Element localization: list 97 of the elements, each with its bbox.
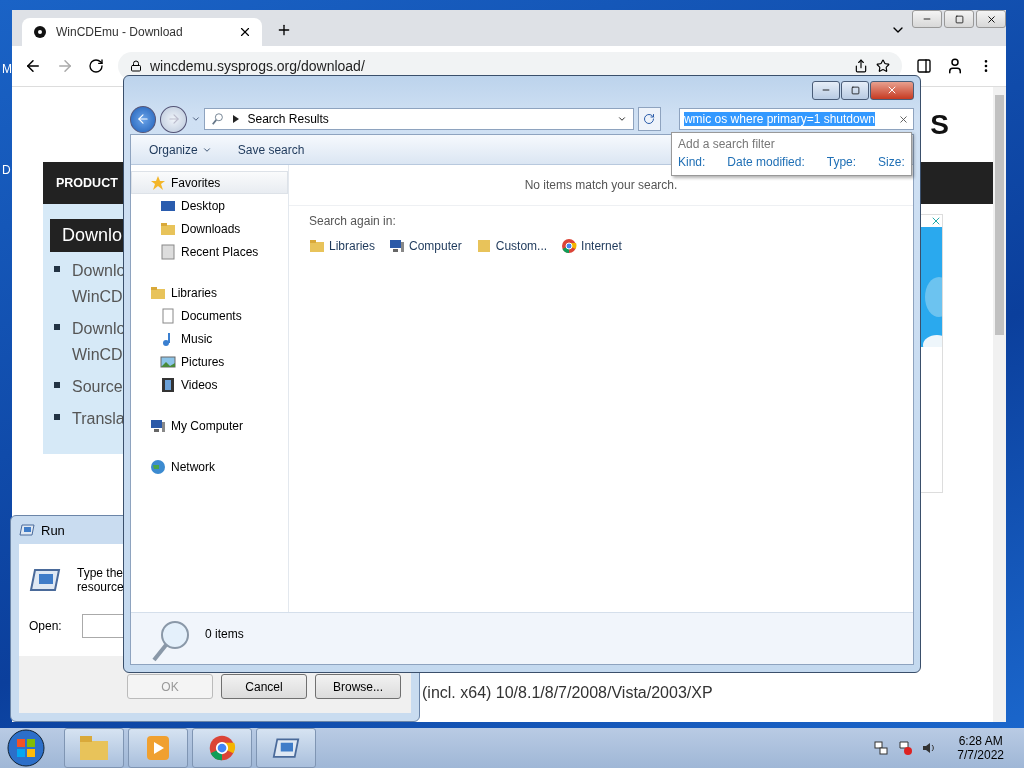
- toolbar-button[interactable]: Organize: [149, 142, 212, 157]
- flag-icon: [897, 740, 914, 756]
- desktop-icon-label[interactable]: M: [2, 62, 12, 76]
- folder-icon: [150, 284, 166, 301]
- globe-icon: [150, 458, 166, 475]
- caret-icon[interactable]: [616, 114, 627, 124]
- folder-icon: [80, 736, 108, 760]
- start-button[interactable]: [6, 728, 46, 768]
- close-icon: [985, 13, 997, 25]
- search-filter-title: Add a search filter: [678, 137, 776, 151]
- maximize-icon: [850, 85, 860, 95]
- nav-item[interactable]: My Computer: [131, 414, 288, 437]
- open-field[interactable]: [81, 614, 124, 638]
- star-icon[interactable]: [876, 59, 890, 73]
- reload-icon[interactable]: [88, 58, 104, 74]
- film-icon: [160, 376, 176, 393]
- download-link[interactable]: Transla: [72, 406, 125, 432]
- scrollbar-thumb[interactable]: [995, 95, 1004, 335]
- refresh-button[interactable]: [637, 107, 661, 131]
- browser-tab[interactable]: WinCDEmu - Download: [22, 18, 262, 46]
- nav-item[interactable]: Pictures: [131, 350, 288, 373]
- desktop-icon-label[interactable]: D: [2, 163, 11, 177]
- breadcrumb-arrow-icon[interactable]: [233, 115, 240, 123]
- open-label: Open:: [29, 619, 62, 633]
- document-icon: [160, 243, 176, 260]
- back-icon[interactable]: [24, 57, 42, 75]
- folder-icon: [309, 238, 325, 254]
- nav-item[interactable]: Videos: [131, 373, 288, 396]
- nav-item[interactable]: Desktop: [131, 194, 288, 217]
- back-button[interactable]: [130, 105, 157, 133]
- search-location-link[interactable]: Computer: [389, 238, 462, 254]
- forward-button[interactable]: [160, 105, 187, 133]
- maximize-button[interactable]: [841, 80, 869, 100]
- network-icon: [873, 740, 890, 756]
- bullet-icon: [54, 382, 60, 388]
- magnifier-icon: [211, 112, 226, 126]
- forward-arrow-icon: [166, 112, 181, 126]
- search-location-link[interactable]: Custom...: [475, 238, 548, 254]
- taskbar-button[interactable]: [256, 728, 316, 768]
- dialog-button[interactable]: Browse...: [315, 674, 401, 699]
- new-tab-icon[interactable]: [276, 22, 292, 38]
- gear-icon: [32, 24, 48, 40]
- computer-icon: [150, 417, 166, 434]
- taskbar-button[interactable]: [192, 728, 252, 768]
- supported-versions-text: (incl. x64) 10/8.1/8/7/2008/Vista/2003/XP: [422, 684, 713, 702]
- toolbar-button[interactable]: Save search: [237, 142, 305, 157]
- nav-item[interactable]: Music: [131, 327, 288, 350]
- search-again-label: Search again in:: [309, 214, 397, 228]
- close-icon[interactable]: [238, 25, 252, 39]
- bullet-icon: [54, 324, 60, 330]
- star-icon: [150, 174, 166, 191]
- media-player-icon: [147, 736, 169, 760]
- picture-icon: [160, 353, 176, 370]
- logo-text: S: [930, 108, 949, 141]
- maximize-icon: [954, 14, 964, 24]
- magnifier-icon: [151, 619, 191, 663]
- bullet-icon: [54, 266, 60, 272]
- side-panel-icon[interactable]: [916, 58, 932, 74]
- minimize-button[interactable]: [812, 80, 840, 100]
- chrome-icon: [208, 734, 236, 762]
- dialog-title: Run: [41, 522, 65, 538]
- close-button[interactable]: [870, 80, 914, 100]
- document-icon: [160, 307, 176, 324]
- download-link[interactable]: Source: [72, 374, 123, 400]
- clock[interactable]: 6:28 AM 7/7/2022: [957, 734, 1004, 762]
- folder-icon: [160, 220, 176, 237]
- bullet-icon: [54, 414, 60, 420]
- run-icon: [19, 522, 35, 538]
- refresh-icon: [643, 113, 656, 125]
- item-count: 0 items: [205, 627, 244, 641]
- download-link[interactable]: Downlo WinCD: [72, 258, 126, 310]
- minimize-button[interactable]: [912, 10, 942, 28]
- clear-icon[interactable]: [898, 113, 909, 125]
- profile-icon[interactable]: [946, 57, 964, 75]
- back-arrow-icon: [136, 112, 151, 126]
- nav-item[interactable]: Favorites: [131, 171, 288, 194]
- maximize-button[interactable]: [944, 10, 974, 28]
- share-icon[interactable]: [854, 59, 868, 73]
- close-button[interactable]: [976, 10, 1006, 28]
- nav-item[interactable]: Documents: [131, 304, 288, 327]
- folder-icon: [475, 238, 492, 254]
- nav-link[interactable]: PRODUCT: [56, 176, 118, 190]
- taskbar-button[interactable]: [128, 728, 188, 768]
- search-location-link[interactable]: Internet: [561, 238, 622, 254]
- address-bar[interactable]: Search Results: [204, 108, 634, 130]
- history-caret-icon[interactable]: [190, 114, 201, 124]
- chrome-icon: [561, 238, 578, 254]
- run-prompt-text: Type the resource: [77, 566, 124, 594]
- nav-item[interactable]: Network: [131, 455, 288, 478]
- download-link[interactable]: Downlo WinCD: [72, 316, 126, 368]
- search-location-link[interactable]: Libraries: [309, 238, 376, 254]
- lock-icon: [130, 60, 142, 72]
- computer-icon: [389, 238, 406, 254]
- dialog-button[interactable]: Cancel: [221, 674, 307, 699]
- nav-item[interactable]: Libraries: [131, 281, 288, 304]
- close-icon: [886, 84, 898, 96]
- scrollbar[interactable]: [993, 87, 1006, 722]
